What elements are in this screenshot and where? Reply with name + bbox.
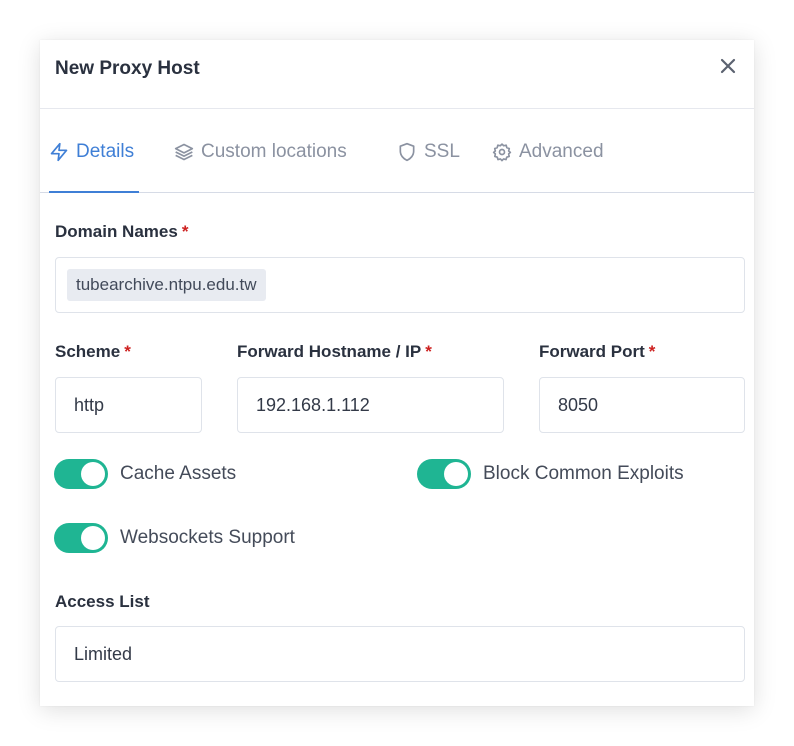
- tab-custom-locations[interactable]: Custom locations: [174, 110, 347, 193]
- cache-assets-toggle[interactable]: [54, 459, 108, 489]
- scheme-label: Scheme *: [55, 342, 131, 361]
- required-mark: *: [425, 342, 432, 361]
- scheme-value: http: [74, 394, 105, 415]
- toggle-knob: [81, 526, 105, 550]
- cache-assets-label: Cache Assets: [120, 463, 237, 484]
- new-proxy-host-modal: New Proxy Host Details Custom locations: [40, 40, 754, 706]
- scheme-input[interactable]: http: [55, 377, 202, 433]
- websockets-toggle[interactable]: [54, 523, 108, 553]
- gear-icon: [492, 142, 512, 161]
- toggle-knob: [444, 462, 468, 486]
- block-exploits-toggle-row[interactable]: Block Common Exploits: [417, 459, 684, 489]
- block-exploits-toggle[interactable]: [417, 459, 471, 489]
- domain-names-input[interactable]: tubearchive.ntpu.edu.tw: [55, 257, 745, 313]
- toggle-knob: [81, 462, 105, 486]
- tab-details[interactable]: Details: [49, 110, 134, 193]
- close-button[interactable]: [716, 54, 740, 78]
- access-list-label: Access List: [55, 592, 150, 611]
- websockets-label: Websockets Support: [120, 527, 295, 548]
- forward-port-input[interactable]: 8050: [539, 377, 745, 433]
- required-mark: *: [181, 222, 189, 241]
- modal-title: New Proxy Host: [55, 58, 200, 79]
- forward-port-label: Forward Port *: [539, 342, 656, 361]
- forward-port-value: 8050: [558, 394, 599, 415]
- tab-advanced-label: Advanced: [519, 140, 604, 162]
- layers-icon: [174, 143, 194, 160]
- access-list-select[interactable]: Limited: [55, 626, 745, 682]
- websockets-toggle-row[interactable]: Websockets Support: [54, 523, 295, 553]
- cache-assets-toggle-row[interactable]: Cache Assets: [54, 459, 236, 489]
- access-list-value: Limited: [74, 643, 133, 664]
- shield-icon: [399, 142, 415, 161]
- modal-header: New Proxy Host: [40, 40, 754, 109]
- tab-ssl[interactable]: SSL: [397, 110, 460, 193]
- required-mark: *: [648, 342, 656, 361]
- tab-advanced[interactable]: Advanced: [492, 110, 604, 193]
- domain-chip[interactable]: tubearchive.ntpu.edu.tw: [67, 269, 266, 301]
- tab-ssl-label: SSL: [424, 140, 460, 162]
- tab-custom-locations-label: Custom locations: [201, 140, 347, 162]
- forward-hostname-input[interactable]: 192.168.1.112: [237, 377, 504, 433]
- active-tab-indicator: [49, 191, 139, 193]
- domain-names-label: Domain Names *: [55, 222, 189, 241]
- tab-bar: Details Custom locations SSL Advanced: [40, 110, 754, 193]
- block-exploits-label: Block Common Exploits: [483, 463, 684, 484]
- required-mark: *: [124, 342, 131, 361]
- forward-hostname-label: Forward Hostname / IP *: [237, 342, 432, 361]
- forward-hostname-value: 192.168.1.112: [256, 394, 370, 415]
- bolt-icon: [50, 142, 68, 161]
- close-icon: [720, 58, 736, 74]
- tab-details-label: Details: [76, 140, 135, 162]
